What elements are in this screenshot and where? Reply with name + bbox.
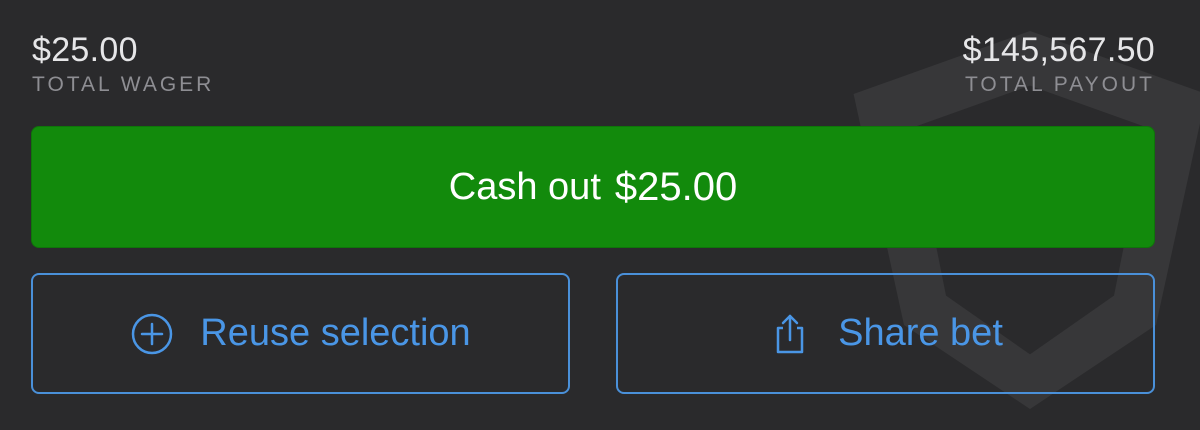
total-wager-amount: $25.00	[32, 31, 138, 69]
reuse-selection-button[interactable]: Reuse selection	[31, 273, 570, 394]
cash-out-amount: $25.00	[614, 164, 738, 209]
cash-out-button[interactable]: Cash out $25.00	[31, 126, 1155, 248]
total-payout-label: TOTAL PAYOUT	[964, 73, 1155, 96]
reuse-selection-label: Reuse selection	[200, 312, 471, 354]
share-bet-button[interactable]: Share bet	[616, 273, 1155, 394]
total-wager-label: TOTAL WAGER	[32, 73, 215, 96]
plus-circle-icon	[130, 312, 174, 356]
total-wager: $25.00 TOTAL WAGER	[32, 30, 214, 98]
share-bet-label: Share bet	[838, 312, 1003, 354]
share-icon	[768, 312, 812, 356]
cash-out-label: Cash out	[448, 165, 601, 208]
total-payout: $145,567.50 TOTAL PAYOUT	[963, 30, 1155, 98]
total-payout-amount: $145,567.50	[962, 31, 1155, 69]
bet-summary: $25.00 TOTAL WAGER $145,567.50 TOTAL PAY…	[32, 30, 1155, 100]
